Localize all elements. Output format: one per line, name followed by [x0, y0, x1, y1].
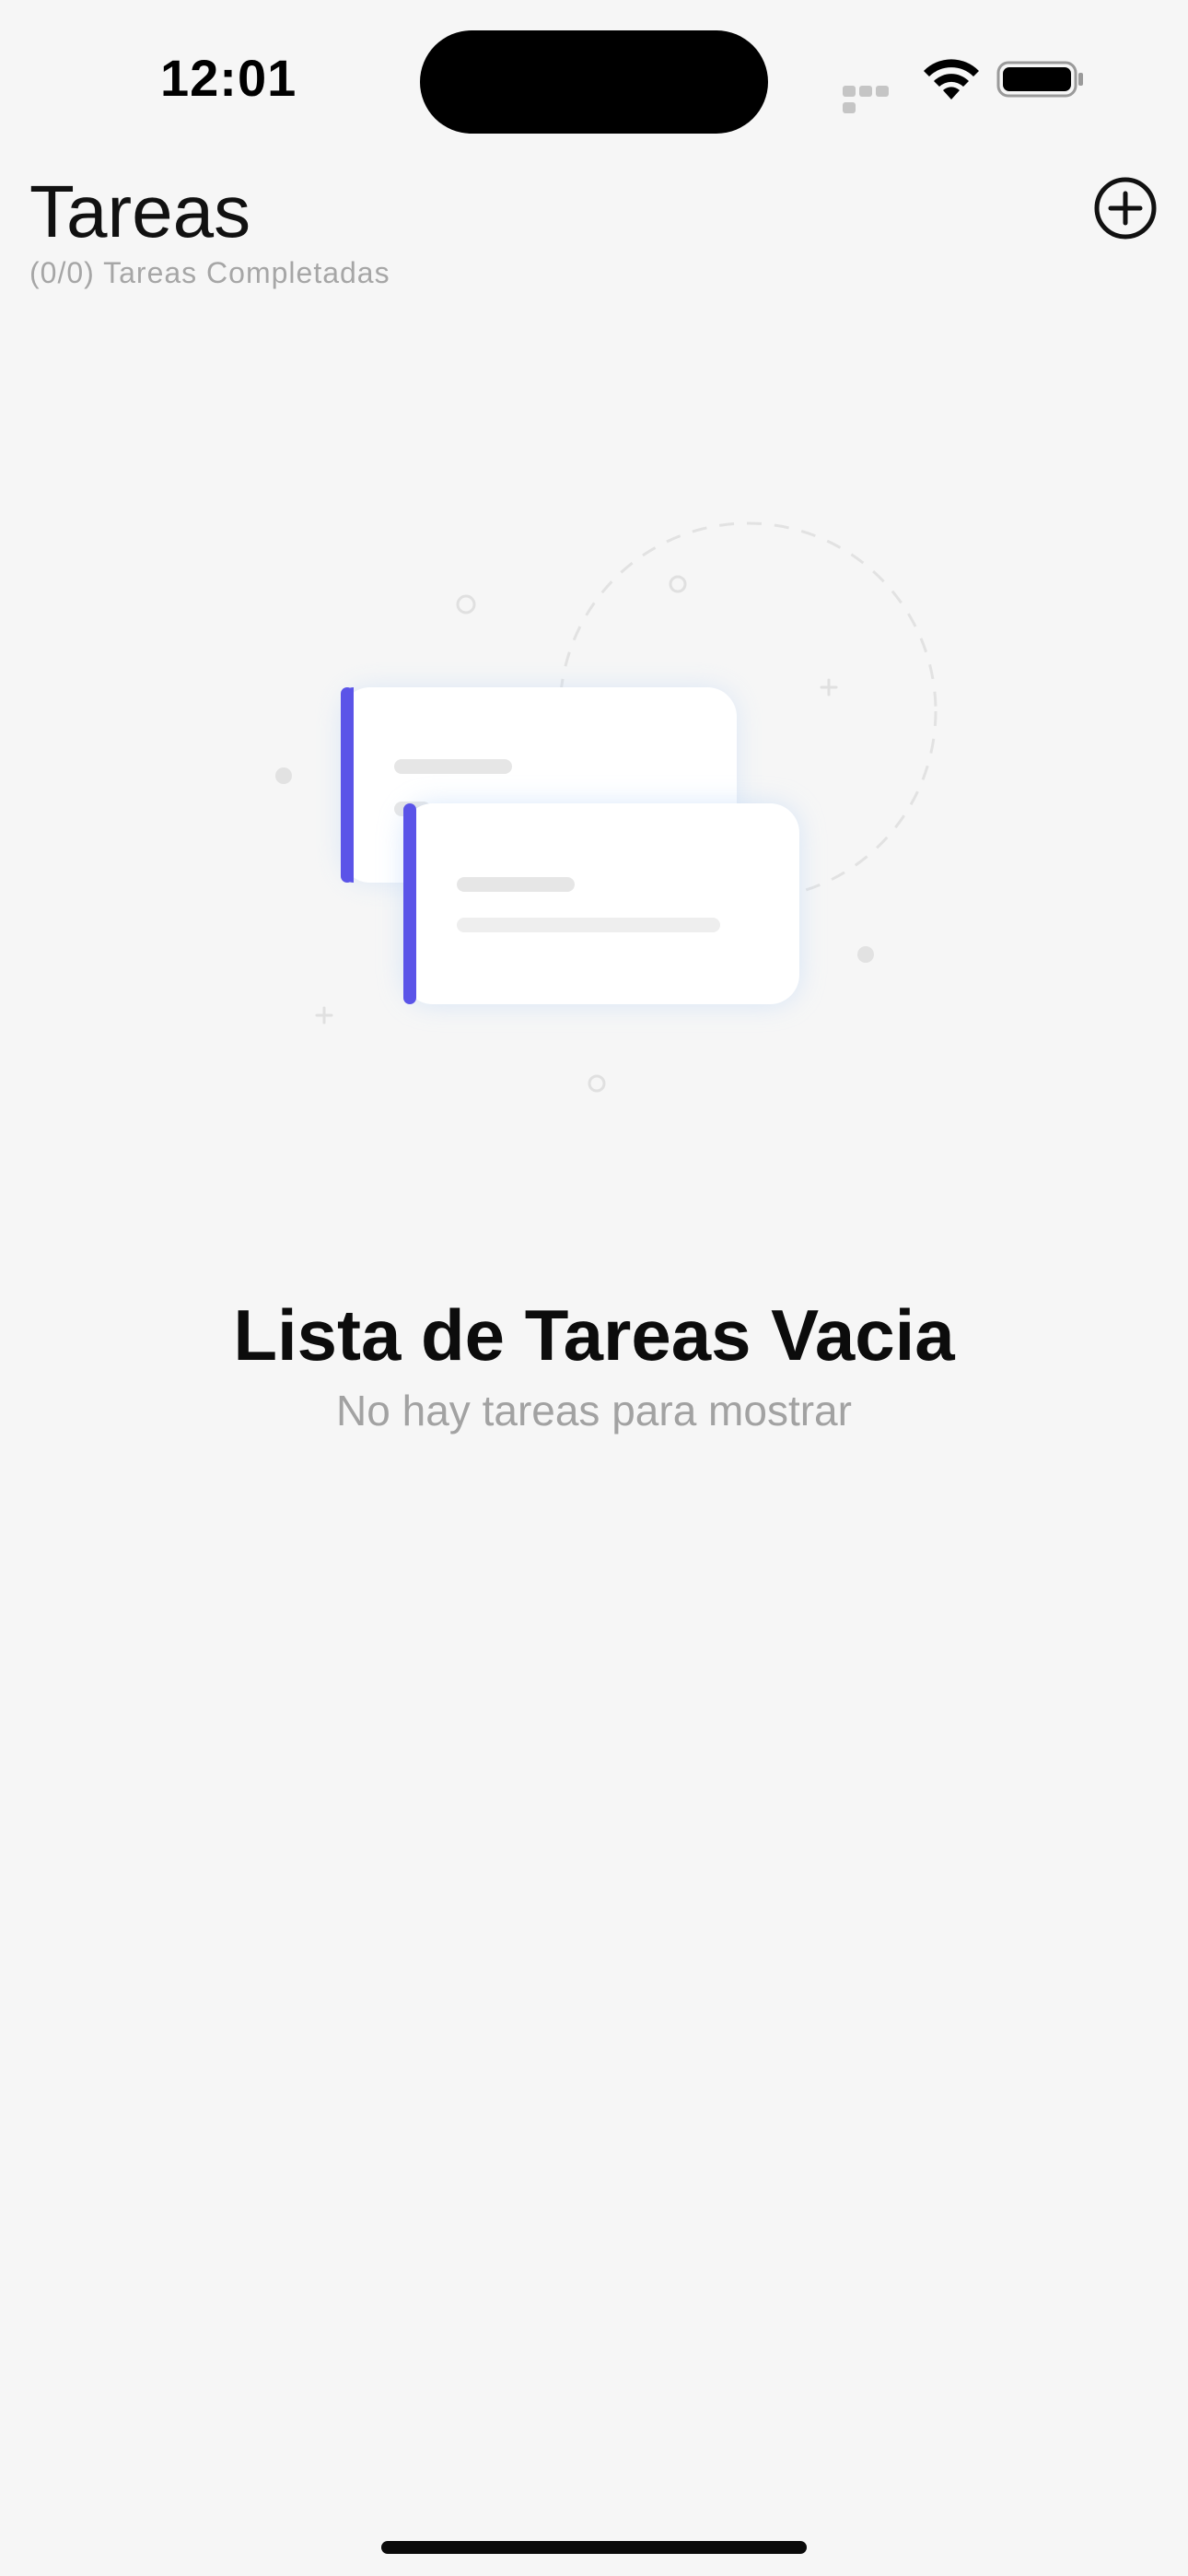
status-bar: 12:01: [0, 0, 1188, 157]
wifi-icon: [924, 59, 979, 100]
add-task-button[interactable]: [1092, 175, 1159, 241]
battery-icon: [996, 61, 1083, 98]
home-indicator[interactable]: [381, 2541, 807, 2554]
front-task-card: [403, 803, 799, 1004]
page-header: Tareas (0/0) Tareas Completadas: [29, 166, 390, 290]
empty-list-illustration: [275, 521, 938, 1093]
page-title: Tareas: [29, 170, 251, 252]
cellular-signal-icon: [843, 85, 907, 113]
status-time: 12:01: [160, 49, 297, 107]
dynamic-island: [420, 30, 768, 134]
completed-count: (0/0) Tareas Completadas: [29, 256, 390, 289]
empty-state-message: No hay tareas para mostrar: [336, 1387, 852, 1434]
empty-state-title: Lista de Tareas Vacia: [233, 1294, 955, 1376]
